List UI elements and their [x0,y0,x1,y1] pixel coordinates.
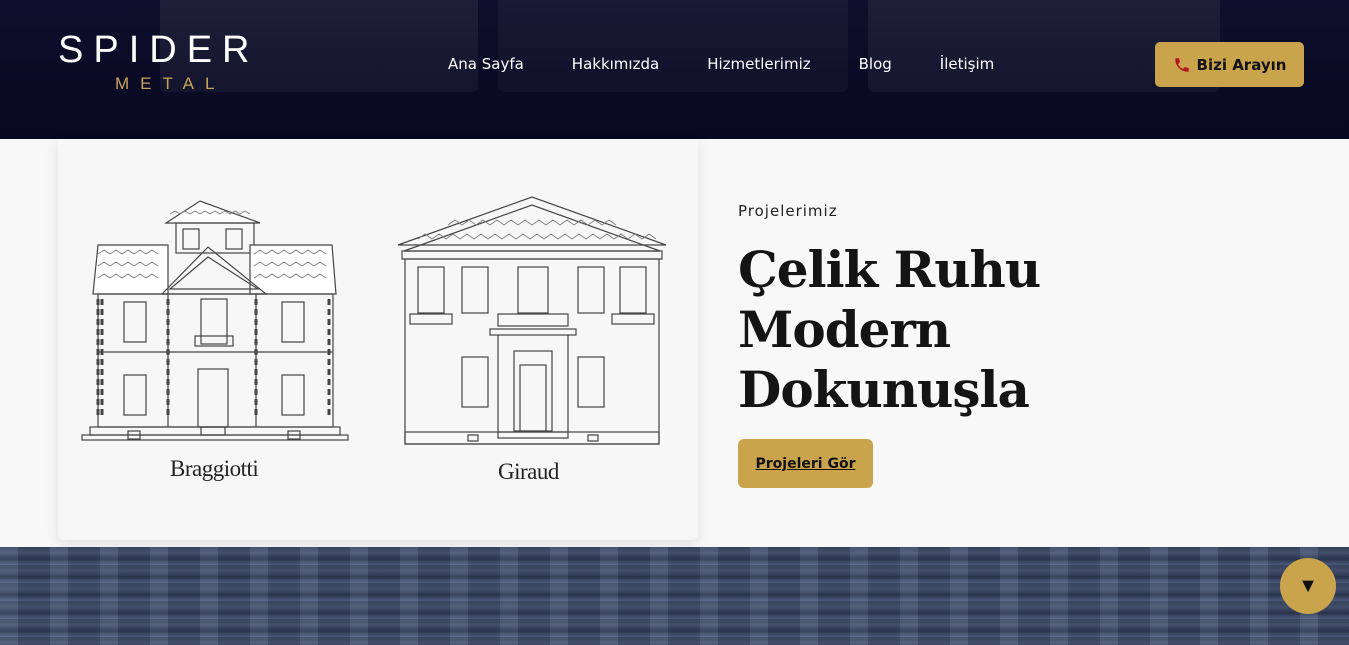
brand-logo[interactable]: SPIDER METAL [58,30,298,94]
headline-line: Modern [738,300,951,359]
building-label-braggiotti: Braggiotti [170,456,259,481]
project-illustration-card: Braggiotti Giraud [58,139,698,540]
nav-item-contact[interactable]: İletişim [940,54,994,74]
hero-section: Braggiotti Giraud Projelerimiz Çelik Ruh… [0,139,1349,547]
nav-item-services[interactable]: Hizmetlerimiz [707,54,810,74]
call-us-button[interactable]: Bizi Arayın [1155,42,1304,87]
water-background-image [0,547,1349,645]
brand-tagline: METAL [115,74,226,93]
nav-item-blog[interactable]: Blog [859,54,892,74]
main-nav: Ana Sayfa Hakkımızda Hizmetlerimiz Blog … [448,54,994,74]
call-us-label: Bizi Arayın [1196,55,1287,74]
nav-item-about[interactable]: Hakkımızda [572,54,659,74]
headline-line: Çelik Ruhu [738,240,1041,299]
brand-name: SPIDER [58,29,260,71]
phone-icon [1173,56,1191,74]
view-projects-label: Projeleri Gör [755,455,856,472]
building-label-giraud: Giraud [498,459,559,484]
chevron-down-icon: ▼ [1298,574,1318,597]
hero-headline: Çelik Ruhu Modern Dokunuşla [738,240,1138,420]
building-illustration [81,196,667,445]
view-projects-button[interactable]: Projeleri Gör [738,439,873,488]
scroll-down-button[interactable]: ▼ [1280,558,1336,614]
site-header: SPIDER METAL Ana Sayfa Hakkımızda Hizmet… [0,0,1349,139]
header-background-photo [498,0,848,92]
nav-item-home[interactable]: Ana Sayfa [448,54,524,74]
section-eyebrow: Projelerimiz [738,202,838,220]
headline-line: Dokunuşla [738,360,1030,419]
